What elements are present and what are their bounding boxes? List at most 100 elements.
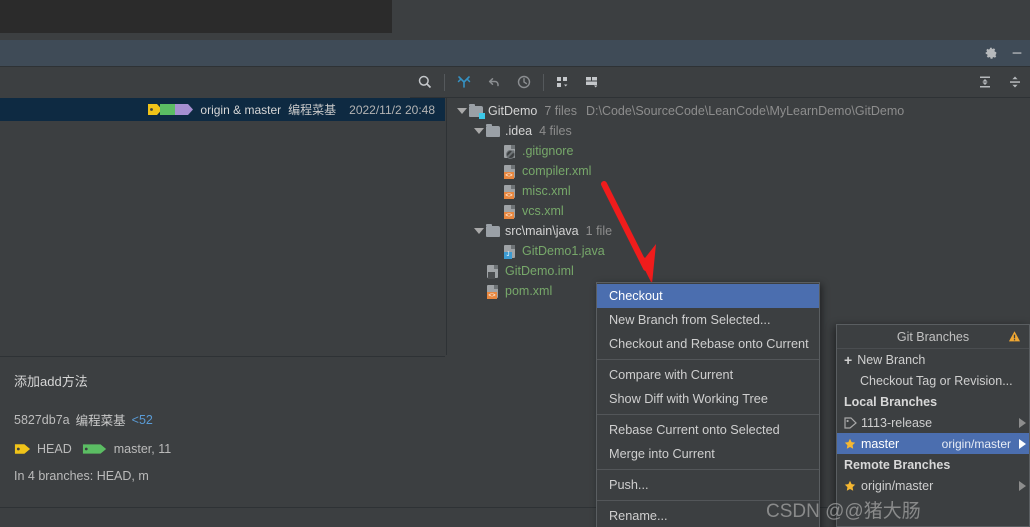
commit-author-name: 编程菜基 <box>75 414 126 428</box>
iml-file-icon <box>486 264 501 279</box>
tag-icon <box>844 416 857 429</box>
branch-label: master, 11 <box>113 442 172 456</box>
branch-tag-icon <box>82 444 106 454</box>
tree-row[interactable]: src\main\java 1 file <box>447 221 1030 241</box>
git-branch-item[interactable]: master origin/master <box>837 433 1029 454</box>
star-icon <box>844 438 856 449</box>
tree-row[interactable]: GitDemo.iml <box>447 261 1030 281</box>
tree-row[interactable]: GitDemo 7 files D:\Code\SourceCode\LeanCod… <box>447 101 1030 121</box>
minimize-icon[interactable] <box>1004 40 1030 67</box>
tree-twisty[interactable] <box>472 228 486 234</box>
git-branches-title: Git Branches <box>896 329 970 344</box>
chevron-down-icon <box>474 228 484 234</box>
tree-node-name: GitDemo <box>488 104 538 118</box>
tree-row[interactable]: <> compiler.xml <box>447 161 1030 181</box>
revert-icon[interactable] <box>479 67 509 98</box>
tree-node-count: 1 file <box>585 224 613 238</box>
commit-email[interactable]: <52 <box>132 413 153 427</box>
watermark: CSDN @@猪大肠 <box>766 501 921 522</box>
commit-subject: 添加add方法 <box>14 374 88 389</box>
context-menu-separator <box>597 359 819 360</box>
remote-branches-section: Remote Branches <box>844 457 951 472</box>
commit-log-pane[interactable]: origin & master 编程菜基 2022/11/2 20:48 <box>0 98 445 355</box>
git-branch-label: master <box>861 436 900 451</box>
tree-node-name: .gitignore <box>522 144 574 158</box>
toolbar-separator-1 <box>444 73 445 91</box>
collapse-merge-icon[interactable] <box>449 67 479 98</box>
tree-node-count: 4 files <box>539 124 572 138</box>
commit-details-pane: 添加add方法 5827db7a 编程菜基 <52 HEAD master, 1… <box>0 356 445 506</box>
commit-date: 2022/11/2 20:48 <box>349 102 435 117</box>
commit-refs-line: HEAD master, 11 <box>14 442 445 456</box>
star-icon <box>844 480 856 491</box>
tree-node-name: src\main\java <box>505 224 579 238</box>
context-menu-item[interactable]: Push... <box>597 473 819 497</box>
head-tag-icon <box>14 444 31 454</box>
xml-file-icon: <> <box>503 164 518 179</box>
tree-node-name: .idea <box>505 124 533 138</box>
tree-node-name: vcs.xml <box>522 204 564 218</box>
tree-row[interactable]: J GitDemo1.java <box>447 241 1030 261</box>
context-menu-item[interactable]: Compare with Current <box>597 363 819 387</box>
context-menu-item[interactable]: Merge into Current <box>597 442 819 466</box>
search-icon[interactable] <box>410 67 440 98</box>
context-menu-item[interactable]: New Branch from Selected... <box>597 308 819 332</box>
chevron-right-icon[interactable] <box>1015 480 1029 491</box>
branch-filter-icon[interactable] <box>548 67 578 98</box>
toolbar-separator-2 <box>543 73 544 91</box>
tree-row[interactable]: <> vcs.xml <box>447 201 1030 221</box>
git-branch-label: 1113-release <box>861 415 933 430</box>
tree-node-name: GitDemo1.java <box>522 244 605 258</box>
commit-branches-line: In 4 branches: HEAD, m <box>14 469 149 483</box>
chevron-right-icon[interactable] <box>1015 417 1029 428</box>
commit-meta-line: 5827db7a 编程菜基 <52 <box>14 410 445 429</box>
tree-node-name: misc.xml <box>522 184 571 198</box>
commit-author: 编程菜基 <box>288 103 337 117</box>
tree-node-path: D:\Code\SourceCode\LeanCode\MyLearnDemo\… <box>585 104 905 118</box>
git-branch-label: origin/master <box>861 478 934 493</box>
tree-twisty[interactable] <box>472 128 486 134</box>
context-menu-separator <box>597 414 819 415</box>
chevron-right-icon[interactable] <box>1015 438 1029 449</box>
layout-icon[interactable] <box>578 67 608 98</box>
git-branches-title-bar: Git Branches <box>837 325 1029 349</box>
commit-row-selected[interactable]: origin & master 编程菜基 2022/11/2 20:48 <box>0 98 445 121</box>
top-right-strip <box>392 0 1030 40</box>
branch-tags-icon <box>148 104 194 115</box>
history-icon[interactable] <box>509 67 539 98</box>
chevron-down-icon <box>457 108 467 114</box>
xml-file-icon: <> <box>486 284 501 299</box>
tree-row[interactable]: .idea 4 files <box>447 121 1030 141</box>
warning-icon[interactable] <box>1008 330 1021 346</box>
xml-file-icon: <> <box>503 184 518 199</box>
commit-refs: origin & master <box>200 102 282 117</box>
folder-module-icon <box>469 103 485 119</box>
context-menu-item[interactable]: Rebase Current onto Selected <box>597 418 819 442</box>
tree-node-name: GitDemo.iml <box>505 264 574 278</box>
git-branches-action[interactable]: Checkout Tag or Revision... <box>837 370 1029 391</box>
git-branches-action[interactable]: + New Branch <box>837 349 1029 370</box>
context-menu-item[interactable]: Show Diff with Working Tree <box>597 387 819 411</box>
local-branches-section: Local Branches <box>844 394 938 409</box>
tree-node-count: 7 files <box>544 104 577 118</box>
tree-row[interactable]: .gitignore <box>447 141 1030 161</box>
context-menu-item[interactable]: Checkout <box>597 284 819 308</box>
tree-twisty[interactable] <box>455 108 469 114</box>
plus-icon: + <box>844 351 853 368</box>
top-tab-strip <box>0 33 392 40</box>
folder-icon <box>486 223 501 239</box>
gitignore-file-icon <box>503 144 518 159</box>
tree-node-name: pom.xml <box>505 284 553 298</box>
branch-context-menu[interactable]: Checkout New Branch from Selected... Check… <box>596 282 820 527</box>
expand-all-icon[interactable] <box>970 67 1000 98</box>
git-branch-tracking: origin/master <box>941 436 1011 451</box>
top-editor-strip <box>0 0 392 33</box>
context-menu-item[interactable]: Checkout and Rebase onto Current <box>597 332 819 356</box>
chevron-down-icon <box>474 128 484 134</box>
commit-hash: 5827db7a <box>14 412 70 427</box>
gear-icon[interactable] <box>978 40 1004 67</box>
tree-row[interactable]: <> misc.xml <box>447 181 1030 201</box>
git-branch-item[interactable]: 1113-release <box>837 412 1029 433</box>
git-branch-item[interactable]: origin/master <box>837 475 1029 496</box>
collapse-all-icon[interactable] <box>1000 67 1030 98</box>
